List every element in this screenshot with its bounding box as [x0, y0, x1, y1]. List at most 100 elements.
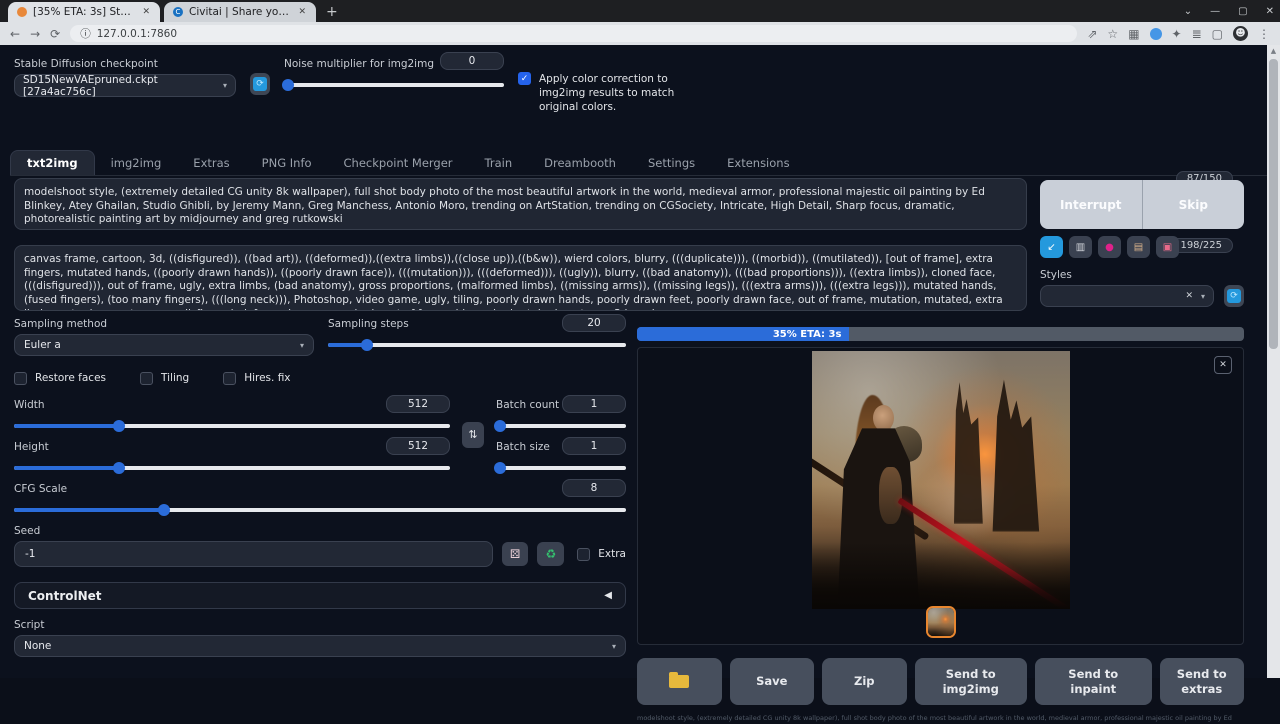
controlnet-label: ControlNet — [28, 589, 102, 603]
save-style-button[interactable]: ▣ — [1156, 236, 1179, 258]
zip-button[interactable]: Zip — [822, 658, 907, 705]
back-icon[interactable]: ← — [10, 27, 20, 41]
tab-dreambooth[interactable]: Dreambooth — [528, 151, 632, 175]
checkbox-box[interactable] — [223, 372, 236, 385]
scrollbar-thumb[interactable] — [1269, 59, 1278, 349]
browser-tab-stable-diffusion[interactable]: [35% ETA: 3s] Stable Diffusion ✕ — [8, 2, 160, 22]
batch-size-input[interactable]: 1 — [562, 437, 626, 455]
checkbox-box[interactable] — [14, 372, 27, 385]
output-gallery: ✕ — [637, 347, 1244, 645]
browser-tab-civitai[interactable]: C Civitai | Share your models ✕ — [164, 2, 316, 22]
extension-grid-icon[interactable]: ▦ — [1128, 27, 1139, 41]
main-tabnav: txt2img img2img Extras PNG Info Checkpoi… — [10, 151, 1267, 176]
restore-faces-checkbox[interactable]: Restore faces — [14, 371, 106, 385]
send-to-img2img-button[interactable]: Send to img2img — [915, 658, 1028, 705]
batch-size-label: Batch size — [496, 441, 550, 453]
extra-seed-checkbox[interactable]: Extra — [577, 547, 626, 561]
sampling-method-label: Sampling method — [14, 318, 314, 330]
page-scrollbar[interactable]: ▲ — [1267, 45, 1280, 678]
sampling-steps-slider[interactable] — [328, 343, 626, 347]
share-icon[interactable]: ⇗ — [1087, 27, 1097, 41]
tab-extras[interactable]: Extras — [177, 151, 245, 175]
gradio-favicon — [17, 7, 27, 17]
clear-prompt-button[interactable]: ▥ — [1069, 236, 1092, 258]
apply-styles-button[interactable]: ▤ — [1127, 236, 1150, 258]
controlnet-accordion[interactable]: ControlNet ◀ — [14, 582, 626, 609]
cfg-scale-slider[interactable] — [14, 508, 626, 512]
tab-txt2img[interactable]: txt2img — [10, 150, 95, 175]
browser-menu-icon[interactable]: ⋮ — [1258, 27, 1270, 41]
cfg-scale-input[interactable]: 8 — [562, 479, 626, 497]
paste-params-button[interactable]: ↙ — [1040, 236, 1063, 258]
batch-size-slider[interactable] — [496, 466, 626, 470]
extensions-puzzle-icon[interactable]: ✦ — [1172, 27, 1182, 41]
window-restore-button[interactable]: ▢ — [1238, 6, 1247, 17]
tab-train[interactable]: Train — [469, 151, 529, 175]
save-button[interactable]: Save — [730, 658, 815, 705]
checkpoint-value: SD15NewVAEpruned.ckpt [27a4ac756c] — [23, 74, 223, 98]
window-close-button[interactable]: ✕ — [1266, 6, 1274, 17]
clear-styles-icon[interactable]: ✕ — [1185, 291, 1193, 301]
send-to-extras-button[interactable]: Send to extras — [1160, 658, 1245, 705]
open-folder-button[interactable] — [637, 658, 722, 705]
close-icon: ✕ — [1219, 360, 1227, 370]
extra-networks-button[interactable]: ● — [1098, 236, 1121, 258]
reading-list-icon[interactable]: ≣ — [1192, 27, 1202, 41]
send-to-inpaint-button[interactable]: Send to inpaint — [1035, 658, 1152, 705]
forward-icon[interactable]: → — [30, 27, 40, 41]
tab-png-info[interactable]: PNG Info — [246, 151, 328, 175]
new-tab-button[interactable]: + — [326, 4, 338, 22]
color-correction-checkbox[interactable]: ✓ — [518, 72, 531, 85]
width-input[interactable]: 512 — [386, 395, 450, 413]
tab-extensions[interactable]: Extensions — [711, 151, 805, 175]
checkbox-box[interactable] — [577, 548, 590, 561]
script-dropdown[interactable]: None ▾ — [14, 635, 626, 657]
window-minimize-button[interactable]: — — [1210, 6, 1220, 17]
styles-dropdown[interactable]: ✕ ▾ — [1040, 285, 1214, 307]
side-panel-icon[interactable]: ▢ — [1212, 27, 1223, 41]
chrome-chevron-icon[interactable]: ⌄ — [1184, 6, 1192, 17]
close-gallery-button[interactable]: ✕ — [1214, 356, 1232, 374]
negative-prompt-textarea[interactable]: canvas frame, cartoon, 3d, ((disfigured)… — [14, 245, 1027, 311]
height-slider[interactable] — [14, 466, 450, 470]
refresh-styles-button[interactable]: ⟳ — [1224, 285, 1244, 307]
reuse-seed-button[interactable]: ♻ — [537, 542, 564, 566]
prompt-textarea[interactable]: modelshoot style, (extremely detailed CG… — [14, 178, 1027, 230]
tab-settings[interactable]: Settings — [632, 151, 711, 175]
tab-close-icon[interactable]: ✕ — [140, 7, 152, 17]
script-label: Script — [14, 619, 626, 631]
noise-multiplier-input[interactable]: 0 — [440, 52, 504, 70]
batch-count-slider[interactable] — [496, 424, 626, 428]
scroll-up-icon[interactable]: ▲ — [1267, 47, 1280, 55]
gallery-thumbnail[interactable] — [926, 606, 956, 638]
accordion-arrow-icon: ◀ — [604, 590, 612, 601]
seed-input[interactable]: -1 — [14, 541, 493, 567]
checkpoint-dropdown[interactable]: SD15NewVAEpruned.ckpt [27a4ac756c] ▾ — [14, 74, 236, 97]
address-bar[interactable]: ⓘ 127.0.0.1:7860 — [70, 25, 1077, 42]
swap-dimensions-button[interactable]: ⇅ — [462, 422, 484, 448]
reload-icon[interactable]: ⟳ — [50, 27, 60, 41]
sampling-steps-input[interactable]: 20 — [562, 314, 626, 332]
width-slider[interactable] — [14, 424, 450, 428]
bookmark-star-icon[interactable]: ☆ — [1107, 27, 1118, 41]
tab-img2img[interactable]: img2img — [95, 151, 178, 175]
checkbox-box[interactable] — [140, 372, 153, 385]
tab-checkpoint-merger[interactable]: Checkpoint Merger — [328, 151, 469, 175]
tab-close-icon[interactable]: ✕ — [296, 7, 308, 17]
height-input[interactable]: 512 — [386, 437, 450, 455]
interrupt-button[interactable]: Interrupt — [1040, 180, 1142, 229]
sampling-method-dropdown[interactable]: Euler a ▾ — [14, 334, 314, 356]
height-label: Height — [14, 441, 49, 453]
noise-multiplier-slider[interactable] — [284, 83, 504, 87]
browser-toolbar: ← → ⟳ ⓘ 127.0.0.1:7860 ⇗ ☆ ▦ ✦ ≣ ▢ ☻ ⋮ — [0, 22, 1280, 45]
tiling-checkbox[interactable]: Tiling — [140, 371, 189, 385]
batch-count-input[interactable]: 1 — [562, 395, 626, 413]
refresh-checkpoints-button[interactable]: ⟳ — [250, 73, 270, 95]
site-info-icon[interactable]: ⓘ — [80, 26, 91, 41]
profile-avatar[interactable]: ☻ — [1233, 26, 1248, 41]
generated-image[interactable] — [812, 351, 1070, 609]
extension-blue-icon[interactable] — [1150, 28, 1162, 40]
skip-button[interactable]: Skip — [1143, 180, 1245, 229]
random-seed-button[interactable]: ⚄ — [502, 542, 529, 566]
hires-fix-checkbox[interactable]: Hires. fix — [223, 371, 290, 385]
